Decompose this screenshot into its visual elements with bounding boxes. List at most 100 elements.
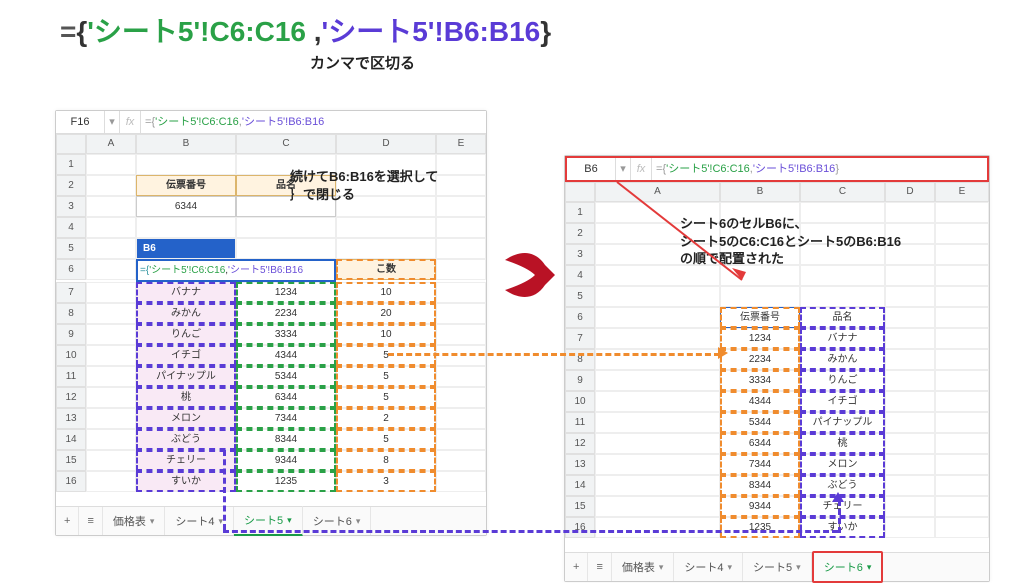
- cell[interactable]: 桃: [136, 387, 236, 408]
- rowhead[interactable]: 11: [565, 412, 595, 433]
- rowhead[interactable]: 6: [565, 307, 595, 328]
- tab-pricelist[interactable]: 価格表▾: [103, 507, 166, 535]
- colhead-D[interactable]: D: [336, 134, 436, 154]
- rowhead[interactable]: 12: [565, 433, 595, 454]
- rowhead[interactable]: 4: [56, 217, 86, 238]
- cell[interactable]: りんご: [800, 370, 885, 391]
- cell[interactable]: 4344: [236, 345, 336, 366]
- cell[interactable]: イチゴ: [800, 391, 885, 412]
- cell[interactable]: 10: [336, 324, 436, 345]
- cell[interactable]: メロン: [800, 454, 885, 475]
- cell-editing[interactable]: ={'シート5'!C6:C16,'シート5'!B6:B16: [136, 259, 336, 282]
- namebox-drop-right[interactable]: ▾: [616, 158, 631, 180]
- cell[interactable]: 桃: [800, 433, 885, 454]
- rowhead[interactable]: 1: [565, 202, 595, 223]
- rowhead[interactable]: 8: [56, 303, 86, 324]
- add-sheet-button[interactable]: +: [565, 553, 588, 581]
- rowhead[interactable]: 9: [56, 324, 86, 345]
- cell[interactable]: バナナ: [800, 328, 885, 349]
- cell[interactable]: みかん: [800, 349, 885, 370]
- rowhead[interactable]: 3: [56, 196, 86, 217]
- cell[interactable]: 5344: [720, 412, 800, 433]
- cell[interactable]: 3334: [236, 324, 336, 345]
- rowhead[interactable]: 1: [56, 154, 86, 175]
- cell[interactable]: 5: [336, 429, 436, 450]
- cell[interactable]: 20: [336, 303, 436, 324]
- cell[interactable]: バナナ: [136, 282, 236, 303]
- cell[interactable]: 2234: [720, 349, 800, 370]
- colhead[interactable]: C: [800, 182, 885, 202]
- cell[interactable]: 8344: [720, 475, 800, 496]
- tab-sheet4[interactable]: シート4▾: [674, 553, 743, 581]
- rowhead[interactable]: 16: [56, 471, 86, 492]
- cell[interactable]: みかん: [136, 303, 236, 324]
- colhead-E[interactable]: E: [436, 134, 486, 154]
- cell[interactable]: 2: [336, 408, 436, 429]
- cell[interactable]: 伝票番号: [720, 307, 800, 328]
- rowhead[interactable]: 13: [565, 454, 595, 475]
- rowhead[interactable]: 2: [565, 223, 595, 244]
- cell[interactable]: メロン: [136, 408, 236, 429]
- cell[interactable]: りんご: [136, 324, 236, 345]
- cell[interactable]: 5: [336, 366, 436, 387]
- colhead[interactable]: D: [885, 182, 935, 202]
- cell[interactable]: 10: [336, 282, 436, 303]
- rowhead[interactable]: 5: [56, 238, 86, 259]
- rowhead[interactable]: 16: [565, 517, 595, 538]
- tab-sheet6[interactable]: シート6▾: [812, 551, 884, 583]
- cell[interactable]: 5344: [236, 366, 336, 387]
- rowhead[interactable]: 14: [565, 475, 595, 496]
- cell[interactable]: パイナップル: [800, 412, 885, 433]
- tab-pricelist[interactable]: 価格表▾: [612, 553, 675, 581]
- cell[interactable]: 7344: [720, 454, 800, 475]
- rowhead[interactable]: 9: [565, 370, 595, 391]
- rowhead[interactable]: 11: [56, 366, 86, 387]
- cell[interactable]: 8344: [236, 429, 336, 450]
- tab-sheet5[interactable]: シート5▾: [743, 553, 812, 581]
- colhead[interactable]: E: [935, 182, 989, 202]
- cell[interactable]: 4344: [720, 391, 800, 412]
- rowhead[interactable]: 7: [56, 282, 86, 303]
- cell[interactable]: 3: [336, 471, 436, 492]
- colhead-A[interactable]: A: [86, 134, 136, 154]
- rowhead[interactable]: 10: [565, 391, 595, 412]
- cell[interactable]: 5: [336, 387, 436, 408]
- rowhead[interactable]: 13: [56, 408, 86, 429]
- cell[interactable]: 品名: [800, 307, 885, 328]
- rowhead[interactable]: 14: [56, 429, 86, 450]
- rowhead[interactable]: 6: [56, 259, 86, 280]
- rowhead[interactable]: 2: [56, 175, 86, 196]
- rowhead[interactable]: 15: [565, 496, 595, 517]
- namebox-drop-left[interactable]: ▾: [105, 111, 120, 133]
- cell[interactable]: 6344: [720, 433, 800, 454]
- formula-input-right[interactable]: ={'シート5'!C6:C16,'シート5'!B6:B16}: [652, 158, 987, 180]
- cell[interactable]: ぶどう: [136, 429, 236, 450]
- cell[interactable]: 1235: [236, 471, 336, 492]
- cell[interactable]: 6344: [236, 387, 336, 408]
- cell[interactable]: 2234: [236, 303, 336, 324]
- cell[interactable]: 3334: [720, 370, 800, 391]
- cell[interactable]: チェリー: [136, 450, 236, 471]
- rowhead[interactable]: 7: [565, 328, 595, 349]
- cell[interactable]: 1234: [720, 328, 800, 349]
- cell[interactable]: 8: [336, 450, 436, 471]
- rowhead[interactable]: 5: [565, 286, 595, 307]
- cell[interactable]: 1234: [236, 282, 336, 303]
- cell[interactable]: こ数: [336, 259, 436, 280]
- formula-input-left[interactable]: ={'シート5'!C6:C16,'シート5'!B6:B16: [141, 111, 486, 133]
- add-sheet-button[interactable]: +: [56, 507, 79, 535]
- all-sheets-button[interactable]: ≡: [588, 553, 611, 581]
- rowhead[interactable]: 15: [56, 450, 86, 471]
- cell[interactable]: イチゴ: [136, 345, 236, 366]
- cell[interactable]: 伝票番号: [136, 175, 236, 196]
- rowhead[interactable]: 4: [565, 265, 595, 286]
- rowhead[interactable]: 3: [565, 244, 595, 265]
- rowhead[interactable]: 12: [56, 387, 86, 408]
- namebox-right[interactable]: B6: [567, 158, 616, 180]
- cell[interactable]: 9344: [720, 496, 800, 517]
- cell[interactable]: 9344: [236, 450, 336, 471]
- cell[interactable]: すいか: [136, 471, 236, 492]
- cell[interactable]: 1235: [720, 517, 800, 538]
- cell[interactable]: すいか: [800, 517, 885, 538]
- namebox-left[interactable]: F16: [56, 111, 105, 133]
